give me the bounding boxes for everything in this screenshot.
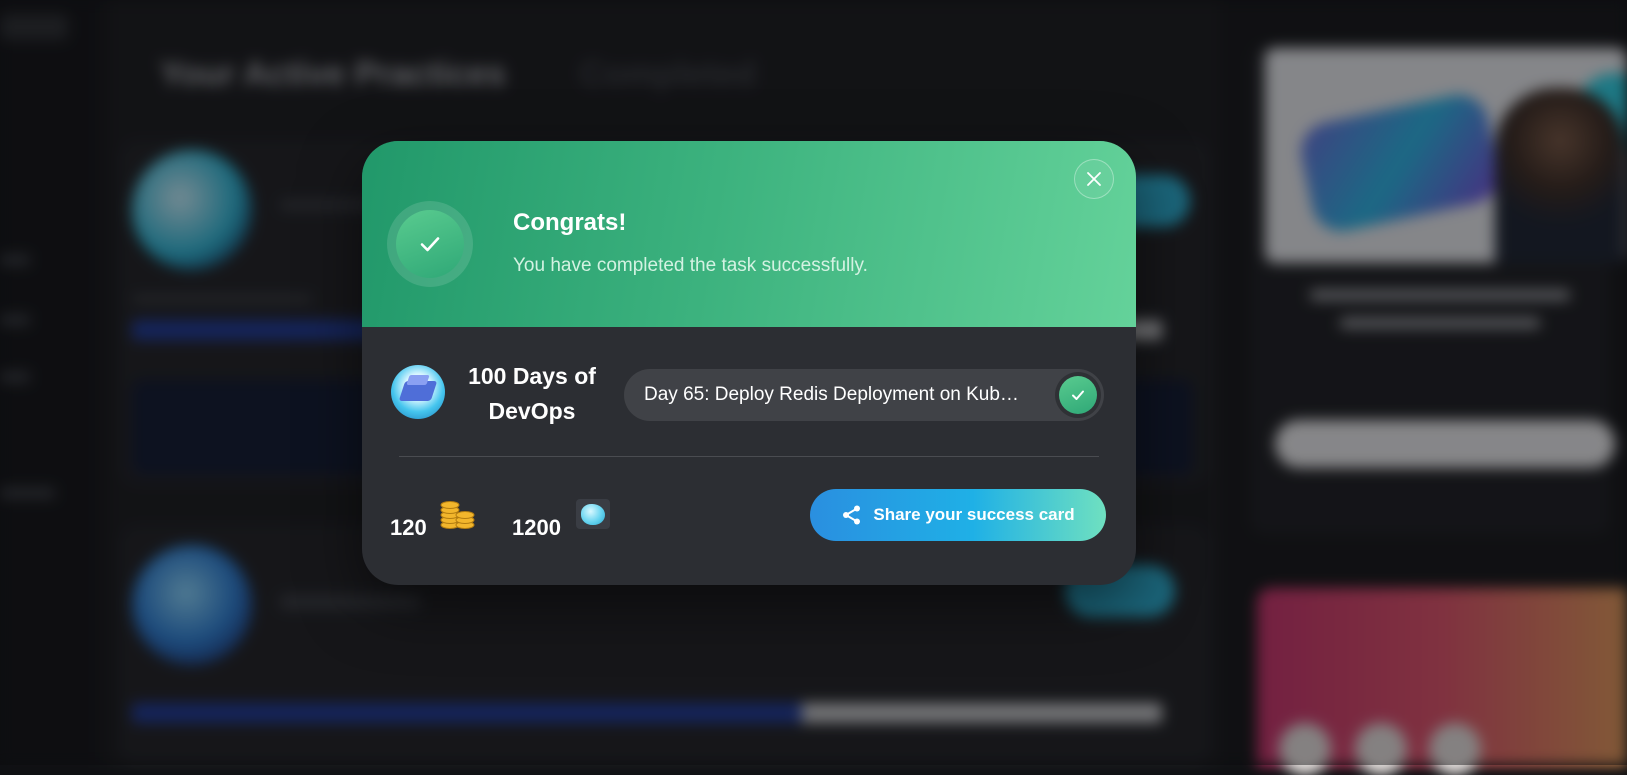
modal-header: Congrats! You have completed the task su… (362, 141, 1136, 327)
check-icon (396, 210, 464, 278)
close-button[interactable] (1074, 159, 1114, 199)
divider (399, 456, 1099, 457)
completed-task-pill: Day 65: Deploy Redis Deployment on Kub… (624, 369, 1104, 421)
gems-reward: 1200 (512, 515, 561, 540)
gem-icon (576, 499, 610, 529)
course-title: 100 Days of DevOps (468, 363, 596, 424)
close-icon (1086, 171, 1102, 187)
course-logo (391, 365, 445, 419)
modal-subtitle: You have completed the task successfully… (513, 255, 868, 276)
task-status (1055, 372, 1101, 418)
coins-reward: 120 (390, 515, 427, 540)
modal-title: Congrats! (513, 209, 627, 236)
share-button-label: Share your success card (873, 505, 1075, 524)
check-icon (1059, 376, 1097, 414)
coin-stack-icon (439, 499, 475, 531)
success-modal: Congrats! You have completed the task su… (362, 141, 1136, 585)
share-icon (841, 504, 863, 526)
success-badge (387, 201, 473, 287)
share-success-card-button[interactable]: Share your success card (810, 489, 1106, 541)
task-title: Day 65: Deploy Redis Deployment on Kub… (644, 384, 1019, 405)
